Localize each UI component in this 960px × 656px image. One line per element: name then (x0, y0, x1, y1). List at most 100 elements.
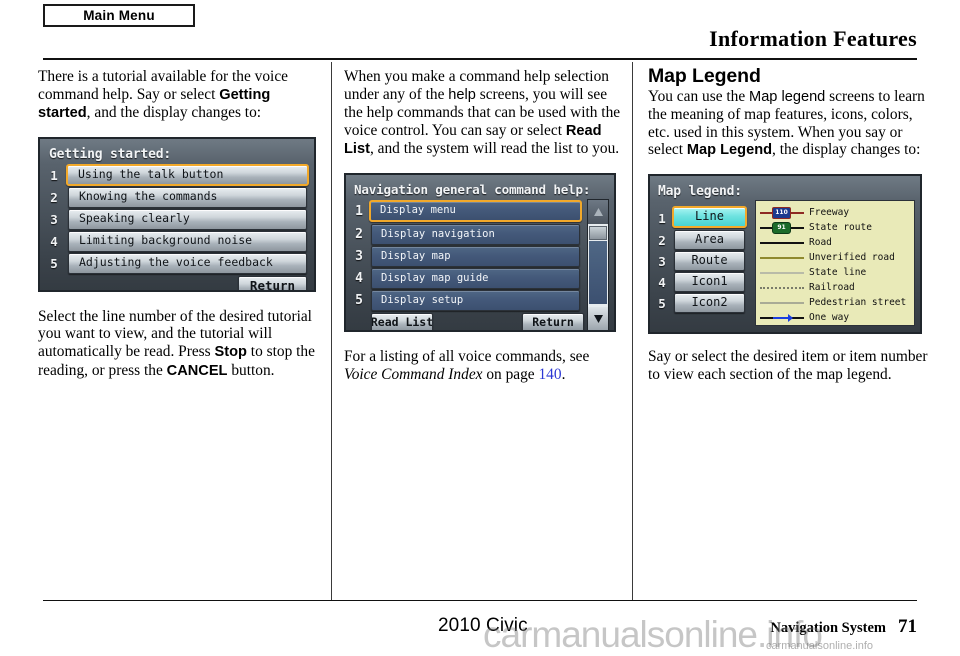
screen3-item-2-label: Area (695, 232, 724, 247)
screen2-return-label: Return (532, 314, 574, 329)
screen2-item-1-label: Display menu (380, 204, 456, 217)
screen1-item-4-label: Limiting background noise (79, 233, 253, 248)
footer-page-number: 71 (898, 616, 917, 637)
section-heading-map-legend: Map Legend (648, 65, 761, 87)
screen2-list-item-3[interactable]: Display map (371, 245, 580, 267)
screen2-list-item-4[interactable]: Display map guide (371, 267, 580, 289)
col3-paragraph-2: Say or select the desired item or item n… (648, 347, 928, 383)
unverified-road-line-symbol (760, 256, 804, 259)
screen1-item-1-label: Using the talk button (78, 166, 224, 181)
main-menu-tab[interactable]: Main Menu (43, 4, 195, 27)
screen2-list-item-2[interactable]: Display navigation (371, 223, 580, 245)
screen3-item-5-label: Icon2 (691, 295, 728, 310)
legend-row-state-line: State line (760, 266, 912, 280)
screen1-list-item-3[interactable]: Speaking clearly (68, 208, 307, 230)
screen2-list-item-1[interactable]: Display menu (369, 199, 582, 222)
screen2-read-list-label: Read List (371, 314, 433, 329)
screen1-list-item-2[interactable]: Knowing the commands (68, 186, 307, 208)
screen3-row-number: 3 (658, 253, 666, 269)
screen1-return-label: Return (249, 277, 296, 292)
column-1: There is a tutorial available for the vo… (38, 68, 318, 394)
road-line-symbol (760, 241, 804, 244)
screen3-list-item-line[interactable]: Line (672, 205, 747, 228)
nav-screen-map-legend: Map legend: 1 Line 2 Area 3 Route 4 Icon… (648, 173, 922, 334)
page-title: Information Features (709, 26, 917, 51)
screen1-title: Getting started: (49, 146, 172, 162)
screen3-item-3-label: Route (691, 253, 728, 268)
screen3-title: Map legend: (658, 183, 742, 199)
col1-paragraph-2: Select the line number of the desired tu… (38, 308, 318, 380)
screen2-scrollbar-thumb[interactable] (589, 225, 607, 240)
col2-p2-text-b: on page (482, 365, 539, 383)
scroll-down-arrow-icon[interactable] (588, 306, 608, 330)
legend-row-one-way: One way (760, 311, 912, 325)
col1-paragraph-1: There is a tutorial available for the vo… (38, 68, 318, 123)
screen1-item-2-label: Knowing the commands (79, 189, 218, 204)
screen1-return-button[interactable]: Return (238, 275, 307, 292)
col2-p2-text-a: For a listing of all voice commands, see (344, 347, 590, 365)
screen2-title: Navigation general command help: (354, 181, 591, 197)
screen2-item-5-label: Display setup (381, 293, 464, 306)
legend-row-road: Road (760, 236, 912, 250)
column-divider-1 (331, 62, 332, 600)
screen2-row-number: 4 (355, 270, 363, 286)
col2-p2-page-link[interactable]: 140 (538, 366, 561, 383)
col3-p1-text-c: , the display changes to: (772, 141, 921, 159)
col3-p1-text-a: You can use the (648, 87, 750, 105)
screen1-row-number: 2 (50, 189, 58, 205)
screen2-read-list-button[interactable]: Read List (371, 312, 433, 330)
col3-p1-sans-map-legend: Map legend (749, 88, 826, 105)
legend-row-state-route: 91 State route (760, 221, 912, 235)
screen3-row-number: 4 (658, 274, 666, 290)
screen3-row-number: 2 (658, 232, 666, 248)
col2-p1-sans-help: help (448, 86, 476, 103)
screen1-row-number: 4 (50, 233, 58, 249)
screen1-row-number: 5 (50, 255, 58, 271)
screen2-scrollbar-fill (589, 240, 607, 304)
screen3-list-item-route[interactable]: Route (674, 250, 745, 271)
col1-p2-bold-stop: Stop (214, 343, 247, 360)
screen3-list-item-icon1[interactable]: Icon1 (674, 271, 745, 292)
col2-paragraph-2: For a listing of all voice commands, see… (344, 348, 625, 383)
legend-row-railroad: Railroad (760, 281, 912, 295)
col2-p2-italic-index: Voice Command Index (344, 365, 483, 383)
screen3-item-1-label: Line (695, 209, 724, 224)
screen3-list-item-icon2[interactable]: Icon2 (674, 292, 745, 313)
footer-section-name: Navigation System (770, 620, 886, 636)
screen1-row-number: 3 (50, 211, 58, 227)
main-menu-tab-label: Main Menu (83, 8, 155, 23)
screen2-scrollbar-track[interactable] (587, 198, 609, 330)
screen1-item-3-label: Speaking clearly (79, 211, 190, 226)
col3-paragraph-1: You can use the Map legend screens to le… (648, 88, 929, 160)
screen2-item-2-label: Display navigation (381, 227, 495, 240)
nav-screen-getting-started: Getting started: 1 Using the talk button… (38, 136, 316, 292)
legend-row-pedestrian-street: Pedestrian street (760, 296, 912, 310)
screen2-row-number: 3 (355, 248, 363, 264)
col1-p2-bold-cancel: CANCEL (166, 362, 228, 379)
legend-row-freeway: 110 Freeway (760, 206, 912, 220)
col2-paragraph-1: When you make a command help selection u… (344, 68, 625, 159)
screen1-list-item-5[interactable]: Adjusting the voice feedback (68, 252, 307, 274)
screen3-list-item-area[interactable]: Area (674, 229, 745, 250)
screen2-row-number: 5 (355, 292, 363, 308)
one-way-arrow-icon (760, 313, 804, 323)
state-route-symbol: 91 (760, 221, 804, 235)
map-legend-panel: 110 Freeway 91 State route Road Unverifi… (755, 199, 915, 326)
screen1-list-item-1[interactable]: Using the talk button (66, 163, 309, 186)
footer-model-name: 2010 Civic (438, 615, 528, 636)
screen2-return-button[interactable]: Return (522, 312, 584, 330)
screen1-item-5-label: Adjusting the voice feedback (79, 255, 273, 270)
screen3-row-number: 5 (658, 295, 666, 311)
screen2-row-number: 1 (355, 203, 363, 219)
screen3-item-4-label: Icon1 (691, 274, 728, 289)
column-divider-2 (632, 62, 633, 600)
screen1-list-item-4[interactable]: Limiting background noise (68, 230, 307, 252)
screen2-list-item-5[interactable]: Display setup (371, 289, 580, 311)
col3-p1-bold-map-legend: Map Legend (686, 142, 773, 159)
column-3: Map Legend You can use the Map legend sc… (648, 65, 929, 397)
nav-screen-command-help: Navigation general command help: 1 Displ… (344, 172, 616, 332)
freeway-symbol: 110 (760, 206, 804, 220)
screen1-row-number: 1 (50, 167, 58, 183)
screen3-row-number: 1 (658, 210, 666, 226)
scroll-up-arrow-icon[interactable] (588, 199, 608, 224)
